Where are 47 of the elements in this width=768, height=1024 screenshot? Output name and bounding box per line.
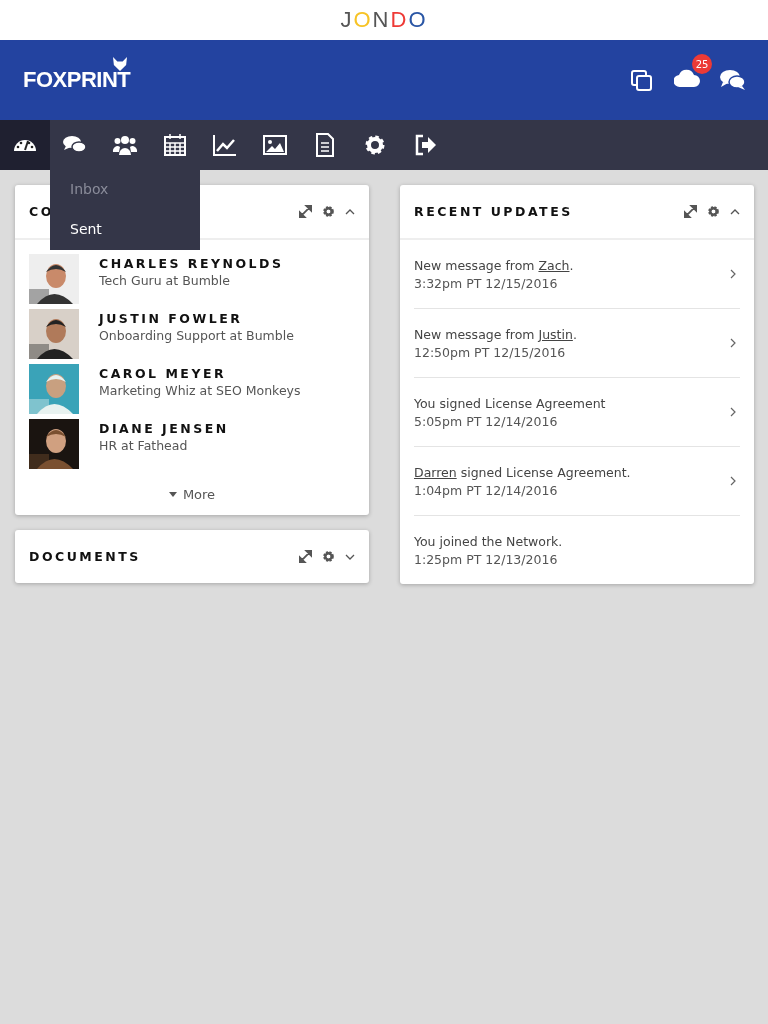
contact-role: HR at Fathead xyxy=(99,438,189,453)
chat-icon[interactable] xyxy=(720,68,746,92)
update-time: 1:04pm PT 12/14/2016 xyxy=(414,482,559,498)
expand-icon[interactable] xyxy=(299,205,312,218)
chevron-icon[interactable] xyxy=(345,553,355,560)
people-icon xyxy=(112,133,138,157)
chevron-right-icon[interactable] xyxy=(730,269,736,279)
card-title: RECENT UPDATES xyxy=(414,204,573,219)
brand-logo: JONDO xyxy=(340,7,428,33)
line-chart-icon xyxy=(212,133,238,157)
contact-name[interactable]: JUSTIN FOWLER xyxy=(99,311,294,326)
chevron-icon[interactable] xyxy=(345,208,355,215)
contact-name[interactable]: CAROL MEYER xyxy=(99,366,301,381)
contact-name[interactable]: DIANE JENSEN xyxy=(99,421,229,436)
chevron-right-icon[interactable] xyxy=(730,407,736,417)
user-link[interactable]: Darren xyxy=(414,464,457,480)
update-message: Darren signed License Agreement. xyxy=(414,464,631,480)
expand-icon[interactable] xyxy=(684,205,697,218)
chevron-right-icon[interactable] xyxy=(730,476,736,486)
update-time: 5:05pm PT 12/14/2016 xyxy=(414,413,559,429)
update-message: You signed License Agreement xyxy=(414,395,606,411)
update-message: New message from Justin. xyxy=(414,326,577,342)
settings-icon[interactable] xyxy=(322,205,335,218)
contact-role: Onboarding Support at Bumble xyxy=(99,328,294,343)
calendar-icon xyxy=(162,133,188,157)
user-link[interactable]: Justin xyxy=(538,326,573,342)
copy-icon[interactable] xyxy=(628,68,654,92)
notification-badge: 25 xyxy=(692,54,712,74)
expand-icon[interactable] xyxy=(299,550,312,563)
dashboard-nav-button[interactable] xyxy=(0,120,50,170)
contact-role: Tech Guru at Bumble xyxy=(99,273,231,288)
update-message: You joined the Network. xyxy=(414,533,563,549)
more-button[interactable]: More xyxy=(162,486,222,503)
card-title: DOCUMENTS xyxy=(29,549,141,564)
image-icon xyxy=(262,133,288,157)
update-time: 12:50pm PT 12/15/2016 xyxy=(414,344,567,360)
update-message: New message from Zach. xyxy=(414,257,574,273)
update-time: 3:32pm PT 12/15/2016 xyxy=(414,275,559,291)
settings-icon[interactable] xyxy=(707,205,720,218)
chevron-icon[interactable] xyxy=(730,208,740,215)
chevron-right-icon[interactable] xyxy=(730,338,736,348)
contact-name[interactable]: CHARLES REYNOLDS xyxy=(99,256,284,271)
settings-icon[interactable] xyxy=(322,550,335,563)
foxprint-logo[interactable]: FOXPRINT xyxy=(23,57,131,93)
update-time: 1:25pm PT 12/13/2016 xyxy=(414,551,559,567)
contact-role: Marketing Whiz at SEO Monkeys xyxy=(99,383,301,398)
caret-icon xyxy=(168,492,177,497)
